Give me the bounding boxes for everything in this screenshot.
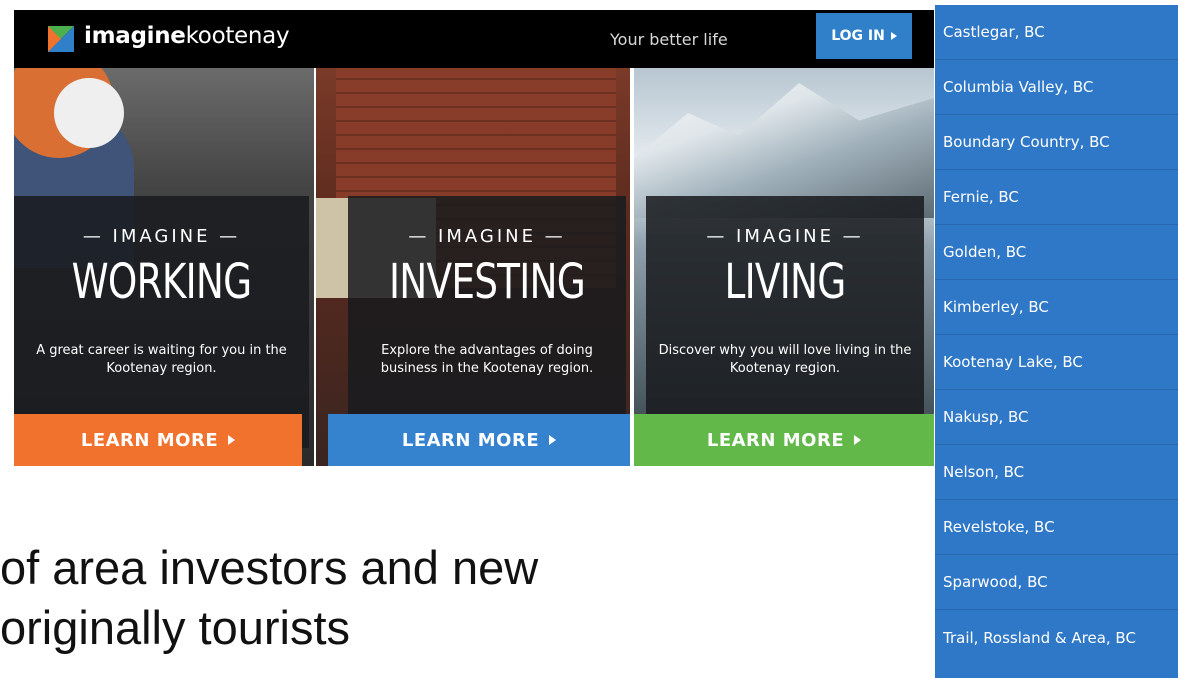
arrow-right-icon <box>890 32 897 40</box>
panel-overlay: — IMAGINE — WORKING A great career is wa… <box>14 196 309 448</box>
learn-more-working-button[interactable]: LEARN MORE <box>14 414 302 466</box>
panel-description: Explore the advantages of doing business… <box>380 343 594 376</box>
arrow-right-icon <box>549 435 557 445</box>
hard-hat-highlight-image <box>54 78 124 148</box>
panel-overlay: — IMAGINE — LIVING Discover why you will… <box>646 196 924 448</box>
arrow-right-icon <box>854 435 862 445</box>
cta-label: LEARN MORE <box>401 429 540 451</box>
panel-title: WORKING <box>71 254 252 310</box>
brand-bold: imagine <box>84 23 186 49</box>
learn-more-living-button[interactable]: LEARN MORE <box>634 414 934 466</box>
imaginekootenay-logo-icon <box>48 26 74 52</box>
tagline: Your better life <box>610 30 728 49</box>
panel-description: Discover why you will love living in the… <box>658 343 912 376</box>
brand-name[interactable]: imaginekootenay <box>84 23 290 49</box>
community-item-castlegar[interactable]: Castlegar, BC <box>935 5 1178 60</box>
panel-kicker: — IMAGINE — <box>408 226 566 247</box>
community-item-nelson[interactable]: Nelson, BC <box>935 445 1178 500</box>
slide-line-2: originally tourists <box>0 601 351 654</box>
community-item-columbia-valley[interactable]: Columbia Valley, BC <box>935 60 1178 115</box>
community-item-trail-rossland[interactable]: Trail, Rossland & Area, BC <box>935 610 1178 665</box>
login-label: LOG IN <box>831 28 885 44</box>
slide-line-1: of area investors and new <box>0 541 539 594</box>
panel-living: — IMAGINE — LIVING Discover why you will… <box>634 68 934 466</box>
cta-label: LEARN MORE <box>706 429 845 451</box>
community-item-golden[interactable]: Golden, BC <box>935 225 1178 280</box>
panel-title: INVESTING <box>389 254 586 310</box>
learn-more-investing-button[interactable]: LEARN MORE <box>328 414 630 466</box>
community-item-kimberley[interactable]: Kimberley, BC <box>935 280 1178 335</box>
community-list: Castlegar, BC Columbia Valley, BC Bounda… <box>935 5 1178 678</box>
panel-title: LIVING <box>724 254 847 310</box>
community-links: Castlegar, BC Columbia Valley, BC Bounda… <box>935 5 1178 665</box>
community-item-boundary-country[interactable]: Boundary Country, BC <box>935 115 1178 170</box>
panel-investing: — IMAGINE — INVESTING Explore the advant… <box>316 68 630 466</box>
panel-kicker: — IMAGINE — <box>82 226 241 247</box>
cta-label: LEARN MORE <box>80 429 219 451</box>
arrow-right-icon <box>228 435 236 445</box>
panel-description: A great career is waiting for you in the… <box>36 343 287 376</box>
panel-kicker: — IMAGINE — <box>706 226 864 247</box>
community-item-revelstoke[interactable]: Revelstoke, BC <box>935 500 1178 555</box>
login-button[interactable]: LOG IN <box>816 13 912 59</box>
community-item-sparwood[interactable]: Sparwood, BC <box>935 555 1178 610</box>
panel-working: — IMAGINE — WORKING A great career is wa… <box>14 68 314 466</box>
brand-rest: kootenay <box>185 23 290 49</box>
embedded-website-screenshot: imaginekootenay Your better life LOG IN … <box>14 10 934 466</box>
panel-overlay: — IMAGINE — INVESTING Explore the advant… <box>348 196 626 448</box>
community-item-nakusp[interactable]: Nakusp, BC <box>935 390 1178 445</box>
slide-body-text: of area investors and new originally tou… <box>0 538 538 658</box>
community-item-fernie[interactable]: Fernie, BC <box>935 170 1178 225</box>
site-header: imaginekootenay Your better life LOG IN <box>14 10 934 68</box>
community-item-kootenay-lake[interactable]: Kootenay Lake, BC <box>935 335 1178 390</box>
